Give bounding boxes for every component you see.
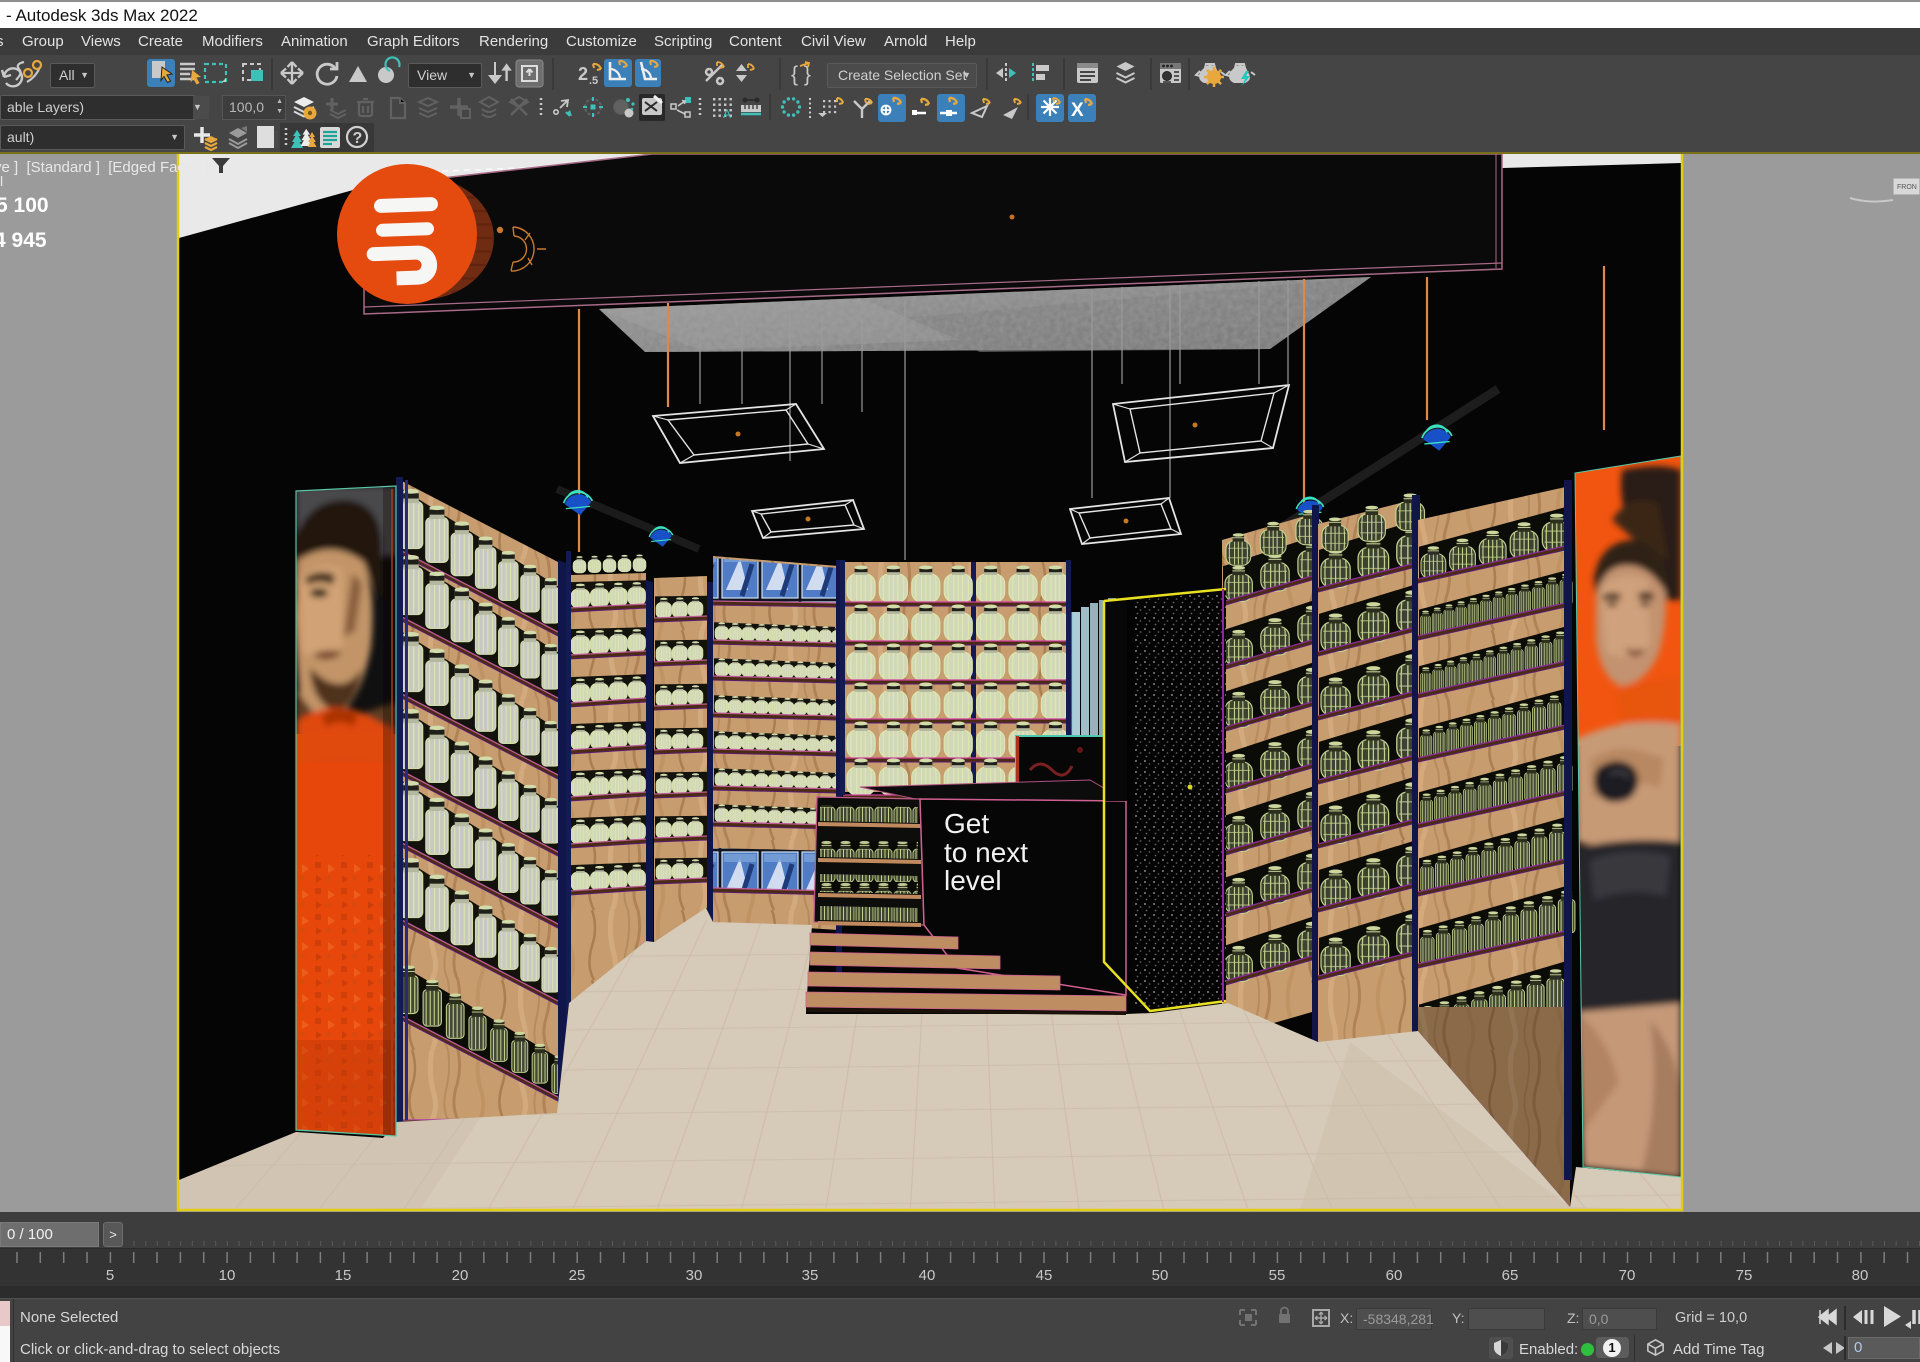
svg-text:55: 55 — [1269, 1267, 1286, 1284]
svg-text:20: 20 — [452, 1267, 469, 1284]
svg-text:45: 45 — [1036, 1267, 1053, 1284]
svg-text:25: 25 — [569, 1267, 586, 1284]
svg-text:70: 70 — [1619, 1267, 1636, 1284]
svg-text:75: 75 — [1736, 1267, 1753, 1284]
svg-text:35: 35 — [802, 1267, 819, 1284]
svg-text:40: 40 — [919, 1267, 936, 1284]
svg-text:60: 60 — [1386, 1267, 1403, 1284]
svg-text:30: 30 — [686, 1267, 703, 1284]
svg-text:80: 80 — [1852, 1267, 1869, 1284]
svg-text:50: 50 — [1152, 1267, 1169, 1284]
svg-text:5: 5 — [106, 1267, 114, 1284]
svg-text:65: 65 — [1502, 1267, 1519, 1284]
svg-text:10: 10 — [219, 1267, 236, 1284]
svg-text:15: 15 — [335, 1267, 352, 1284]
